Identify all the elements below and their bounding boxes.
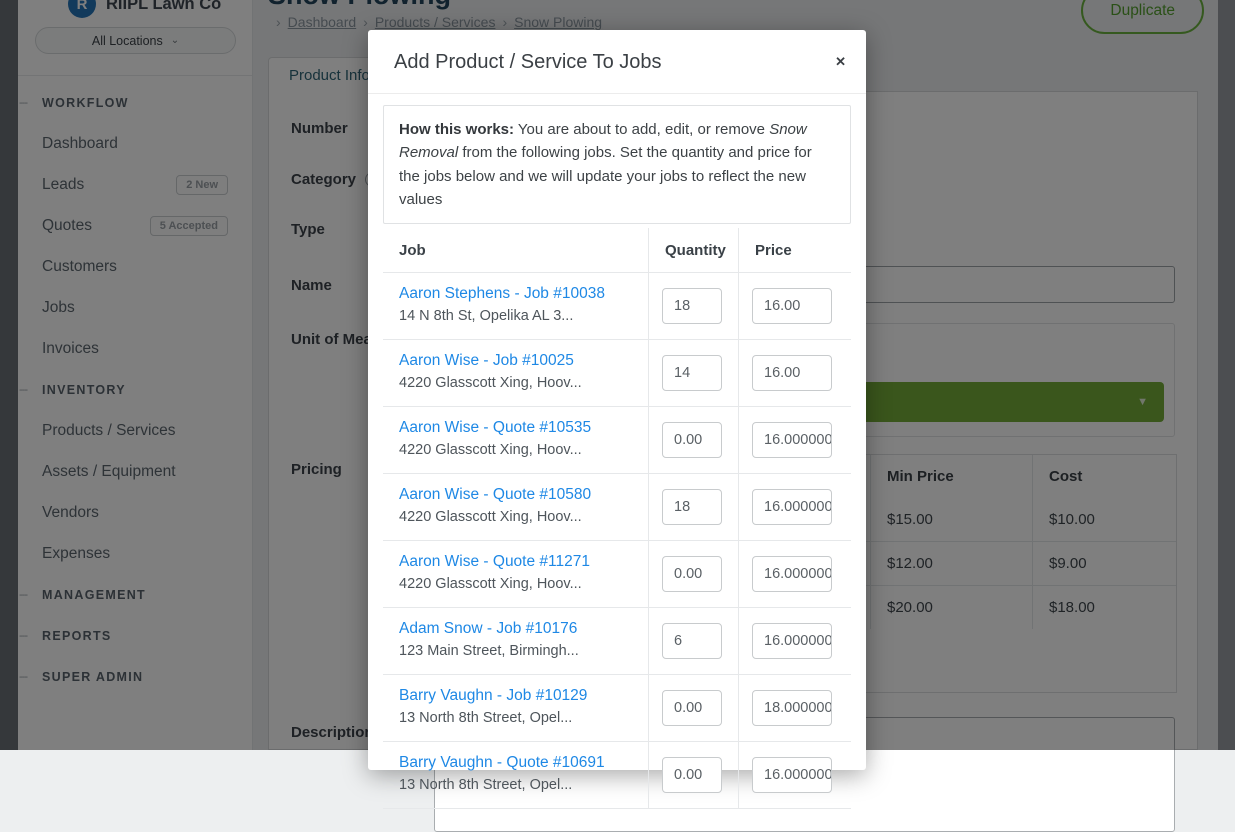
info-text-2: from the following jobs. Set the quantit… — [399, 144, 812, 208]
job-address: 4220 Glasscott Xing, Hoov... — [399, 509, 632, 525]
quantity-cell — [648, 541, 738, 607]
job-address: 13 North 8th Street, Opel... — [399, 710, 632, 726]
job-link[interactable]: Barry Vaughn - Job #10129 — [399, 687, 632, 705]
job-row: Aaron Stephens - Job #10038 14 N 8th St,… — [383, 273, 851, 340]
job-address: 14 N 8th St, Opelika AL 3... — [399, 308, 632, 324]
quantity-column-header: Quantity — [648, 228, 738, 272]
job-cell: Aaron Wise - Quote #10535 4220 Glasscott… — [383, 407, 648, 473]
price-cell — [738, 675, 851, 741]
job-row: Barry Vaughn - Job #10129 13 North 8th S… — [383, 675, 851, 742]
job-row: Aaron Wise - Quote #11271 4220 Glasscott… — [383, 541, 851, 608]
jobs-table-body: Aaron Stephens - Job #10038 14 N 8th St,… — [383, 273, 851, 809]
quantity-cell — [648, 407, 738, 473]
add-product-to-jobs-modal: Add Product / Service To Jobs ✕ How this… — [368, 30, 866, 770]
price-cell — [738, 273, 851, 339]
job-row: Aaron Wise - Quote #10580 4220 Glasscott… — [383, 474, 851, 541]
price-input[interactable] — [752, 556, 832, 592]
job-link[interactable]: Aaron Wise - Job #10025 — [399, 352, 632, 370]
job-address: 4220 Glasscott Xing, Hoov... — [399, 442, 632, 458]
quantity-input[interactable] — [662, 556, 722, 592]
job-cell: Aaron Wise - Job #10025 4220 Glasscott X… — [383, 340, 648, 406]
price-input[interactable] — [752, 355, 832, 391]
price-input[interactable] — [752, 757, 832, 793]
info-text-1: You are about to add, edit, or remove — [514, 121, 769, 138]
close-icon[interactable]: ✕ — [835, 55, 846, 68]
quantity-input[interactable] — [662, 422, 722, 458]
quantity-input[interactable] — [662, 355, 722, 391]
modal-header: Add Product / Service To Jobs ✕ — [368, 30, 866, 94]
price-cell — [738, 742, 851, 808]
jobs-table: Job Quantity Price Aaron Stephens - Job … — [383, 228, 851, 809]
job-link[interactable]: Aaron Wise - Quote #11271 — [399, 553, 632, 571]
price-column-header: Price — [738, 228, 851, 272]
job-link[interactable]: Aaron Stephens - Job #10038 — [399, 285, 632, 303]
price-cell — [738, 407, 851, 473]
quantity-cell — [648, 340, 738, 406]
quantity-input[interactable] — [662, 489, 722, 525]
job-cell: Aaron Wise - Quote #11271 4220 Glasscott… — [383, 541, 648, 607]
price-input[interactable] — [752, 288, 832, 324]
job-cell: Barry Vaughn - Job #10129 13 North 8th S… — [383, 675, 648, 741]
job-address: 4220 Glasscott Xing, Hoov... — [399, 375, 632, 391]
quantity-cell — [648, 742, 738, 808]
price-cell — [738, 474, 851, 540]
job-column-header: Job — [383, 228, 648, 272]
quantity-input[interactable] — [662, 288, 722, 324]
info-bold-text: How this works: — [399, 121, 514, 138]
price-input[interactable] — [752, 623, 832, 659]
how-this-works-info: How this works: You are about to add, ed… — [383, 105, 851, 224]
job-address: 13 North 8th Street, Opel... — [399, 777, 632, 793]
quantity-cell — [648, 474, 738, 540]
job-cell: Adam Snow - Job #10176 123 Main Street, … — [383, 608, 648, 674]
job-address: 123 Main Street, Birmingh... — [399, 643, 632, 659]
quantity-cell — [648, 273, 738, 339]
job-row: Aaron Wise - Job #10025 4220 Glasscott X… — [383, 340, 851, 407]
price-cell — [738, 608, 851, 674]
job-cell: Aaron Stephens - Job #10038 14 N 8th St,… — [383, 273, 648, 339]
job-row: Aaron Wise - Quote #10535 4220 Glasscott… — [383, 407, 851, 474]
price-input[interactable] — [752, 422, 832, 458]
modal-title: Add Product / Service To Jobs — [394, 51, 662, 73]
quantity-input[interactable] — [662, 623, 722, 659]
job-link[interactable]: Barry Vaughn - Quote #10691 — [399, 754, 632, 772]
job-cell: Barry Vaughn - Quote #10691 13 North 8th… — [383, 742, 648, 808]
quantity-input[interactable] — [662, 690, 722, 726]
job-link[interactable]: Aaron Wise - Quote #10535 — [399, 419, 632, 437]
job-row: Barry Vaughn - Quote #10691 13 North 8th… — [383, 742, 851, 809]
price-cell — [738, 541, 851, 607]
job-row: Adam Snow - Job #10176 123 Main Street, … — [383, 608, 851, 675]
price-input[interactable] — [752, 690, 832, 726]
quantity-cell — [648, 675, 738, 741]
job-cell: Aaron Wise - Quote #10580 4220 Glasscott… — [383, 474, 648, 540]
jobs-table-header: Job Quantity Price — [383, 228, 851, 273]
job-address: 4220 Glasscott Xing, Hoov... — [399, 576, 632, 592]
quantity-input[interactable] — [662, 757, 722, 793]
quantity-cell — [648, 608, 738, 674]
price-cell — [738, 340, 851, 406]
price-input[interactable] — [752, 489, 832, 525]
modal-body: How this works: You are about to add, ed… — [368, 94, 866, 809]
job-link[interactable]: Adam Snow - Job #10176 — [399, 620, 632, 638]
job-link[interactable]: Aaron Wise - Quote #10580 — [399, 486, 632, 504]
